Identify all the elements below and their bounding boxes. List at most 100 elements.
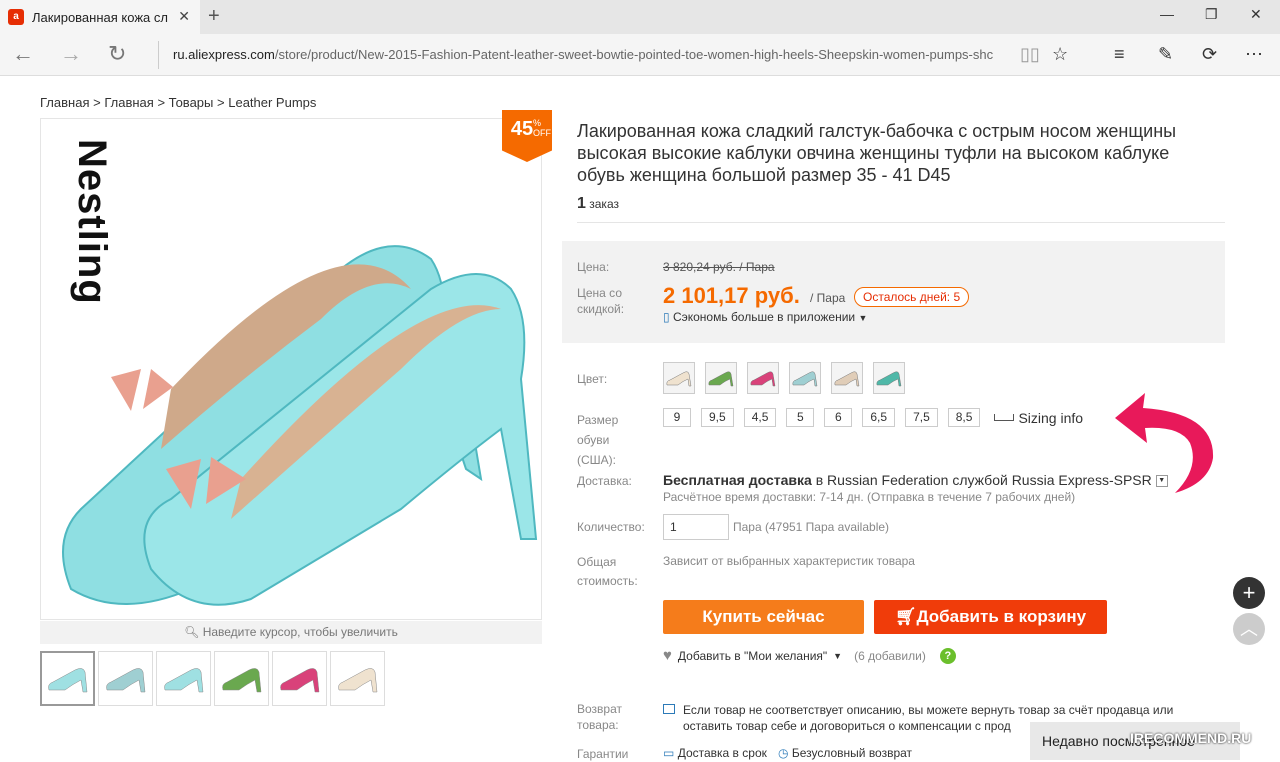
- shipping-in: в: [815, 472, 824, 488]
- color-swatch-4[interactable]: [789, 362, 821, 394]
- thumbnail-4[interactable]: [214, 651, 269, 706]
- aliexpress-favicon-icon: a: [8, 9, 24, 25]
- shoe-swatch-icon: [834, 371, 860, 387]
- color-swatch-3[interactable]: [747, 362, 779, 394]
- ruler-icon: [994, 414, 1015, 421]
- total-label: Общая стоимость:: [577, 555, 638, 588]
- size-option-1[interactable]: 9: [663, 408, 691, 427]
- shoe-thumb-icon: [163, 667, 203, 692]
- shipping-label: Доставка:: [577, 474, 632, 488]
- quantity-input[interactable]: [663, 514, 729, 540]
- guarantee-return-label: Безусловный возврат: [791, 746, 913, 760]
- main-product-image[interactable]: Nestling: [40, 118, 542, 620]
- size-option-8[interactable]: 8,5: [947, 408, 981, 427]
- shoe-swatch-icon: [666, 371, 692, 387]
- shoe-thumb-icon: [279, 667, 319, 692]
- app-save-label: Сэкономь больше в приложении: [672, 310, 856, 324]
- web-note-icon[interactable]: ✎: [1158, 43, 1173, 65]
- price-label: Цена:: [577, 260, 610, 274]
- breadcrumb-home-2[interactable]: Главная: [104, 95, 153, 110]
- shoe-thumb-icon: [337, 667, 377, 692]
- product-title: Лакированная кожа сладкий галстук-бабочк…: [577, 121, 1177, 185]
- thumbnail-5[interactable]: [272, 651, 327, 706]
- zoom-hint: Наведите курсор, чтобы увеличить: [202, 625, 398, 639]
- plus-icon[interactable]: +: [1233, 577, 1265, 609]
- close-window-icon[interactable]: ✕: [1250, 6, 1262, 23]
- delivery-icon: ▭: [663, 746, 675, 760]
- chevron-down-icon[interactable]: ▼: [833, 651, 842, 661]
- discount-off-label: OFF: [533, 128, 551, 138]
- wishlist-row: ♥ Добавить в "Мои желания" ▼ (6 добавили…: [663, 647, 956, 664]
- zoom-hint-bar: 🔍︎ Наведите курсор, чтобы увеличить: [40, 621, 542, 644]
- breadcrumb-home-1[interactable]: Главная: [40, 95, 89, 110]
- color-swatch-2[interactable]: [705, 362, 737, 394]
- forward-icon[interactable]: →: [60, 42, 82, 66]
- size-option-3[interactable]: 4,5: [743, 408, 777, 427]
- shipping-dropdown-icon[interactable]: ▼: [1155, 475, 1168, 488]
- thumbnail-strip: [40, 651, 385, 706]
- orders-label: заказ: [589, 197, 619, 211]
- more-icon[interactable]: ⋯: [1245, 43, 1263, 65]
- quantity-available: Пара (47951 Пара available): [733, 520, 890, 534]
- help-icon[interactable]: ?: [939, 647, 956, 664]
- refresh-icon[interactable]: ↻: [108, 42, 126, 66]
- breadcrumb: Главная > Главная > Товары > Leather Pum…: [40, 95, 316, 110]
- thumbnail-6[interactable]: [330, 651, 385, 706]
- orders-number: 1: [577, 195, 586, 212]
- thumbnail-2[interactable]: [98, 651, 153, 706]
- add-to-wishlist-link[interactable]: Добавить в "Мои желания": [678, 649, 827, 663]
- scroll-top-icon[interactable]: ︿: [1233, 613, 1265, 645]
- color-swatch-1[interactable]: [663, 362, 695, 394]
- breadcrumb-leather-pumps[interactable]: Leather Pumps: [228, 95, 316, 110]
- thumbnail-3[interactable]: [156, 651, 211, 706]
- shoe-swatch-icon: [876, 371, 902, 387]
- size-option-4[interactable]: 5: [786, 408, 815, 427]
- color-swatches: [663, 362, 905, 394]
- return-policy-icon: [663, 704, 675, 714]
- color-label: Цвет:: [577, 372, 608, 386]
- discount-price: 2 101,17 руб.: [663, 283, 800, 308]
- favorites-star-icon[interactable]: ☆: [1052, 43, 1068, 65]
- browser-tab[interactable]: a Лакированная кожа сл ✕: [0, 0, 200, 34]
- reading-view-icon[interactable]: ▯▯: [1020, 43, 1040, 65]
- size-option-7[interactable]: 7,5: [905, 408, 938, 427]
- color-swatch-6[interactable]: [873, 362, 905, 394]
- breadcrumb-products[interactable]: Товары: [169, 95, 214, 110]
- return-icon: ◷: [778, 746, 789, 760]
- magnifier-icon: 🔍︎: [184, 625, 200, 639]
- address-bar[interactable]: ru.aliexpress.com/store/product/New-2015…: [158, 41, 1008, 69]
- color-swatch-5[interactable]: [831, 362, 863, 394]
- add-to-cart-button[interactable]: 🛒︎Добавить в корзину: [874, 600, 1107, 634]
- guarantee-return: ◷ Безусловный возврат: [778, 746, 912, 760]
- size-option-5[interactable]: 6: [824, 408, 853, 427]
- thumbnail-1[interactable]: [40, 651, 95, 706]
- buy-now-button[interactable]: Купить сейчас: [663, 600, 864, 634]
- shipping-info: Бесплатная доставка в Russian Federation…: [663, 472, 1168, 488]
- sizing-info-link[interactable]: Sizing info: [994, 410, 1083, 426]
- shoe-thumb-icon: [47, 667, 87, 692]
- back-icon[interactable]: ←: [12, 42, 34, 66]
- shoe-swatch-icon: [750, 371, 776, 387]
- wishlist-count: (6 добавили): [854, 648, 926, 663]
- watermark: IRECOMMEND.RU: [1130, 730, 1252, 746]
- breadcrumb-sep: >: [93, 95, 101, 110]
- size-option-2[interactable]: 9,5: [701, 408, 734, 427]
- size-option-6[interactable]: 6,5: [862, 408, 896, 427]
- close-tab-icon[interactable]: ✕: [178, 8, 190, 25]
- add-to-cart-label: Добавить в корзину: [916, 607, 1087, 626]
- returns-label: Возврат товара:: [577, 702, 622, 732]
- new-tab-icon[interactable]: +: [208, 5, 220, 28]
- divider: [577, 222, 1225, 223]
- app-save-link[interactable]: ▯ Сэкономь больше в приложении ▼: [663, 310, 867, 324]
- total-value: Зависит от выбранных характеристик товар…: [663, 554, 915, 568]
- share-icon[interactable]: ⟳: [1202, 43, 1217, 65]
- hub-icon[interactable]: ≡: [1114, 43, 1125, 65]
- free-shipping: Бесплатная доставка: [663, 472, 812, 488]
- guarantee-on-time: ▭ Доставка в срок: [663, 746, 767, 760]
- shipping-destination: Russian Federation службой Russia Expres…: [827, 472, 1152, 488]
- phone-icon: ▯: [663, 310, 670, 324]
- breadcrumb-sep: >: [157, 95, 166, 110]
- restore-icon[interactable]: ❐: [1205, 6, 1218, 23]
- minimize-icon[interactable]: —: [1160, 6, 1174, 22]
- shoe-thumb-icon: [221, 667, 261, 692]
